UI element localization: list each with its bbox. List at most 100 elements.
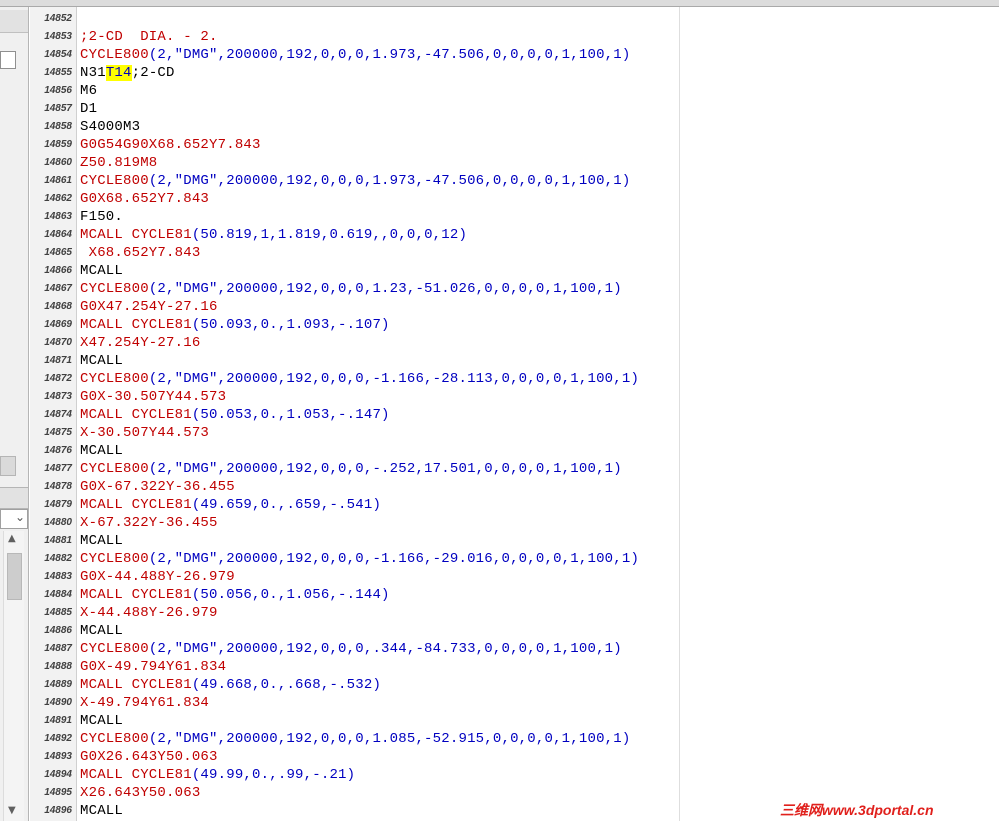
- code-line[interactable]: 14869 MCALL CYCLE81(50.093,0.,1.093,-.107…: [30, 316, 999, 334]
- code-line[interactable]: 14877 CYCLE800(2,"DMG",200000,192,0,0,0,-…: [30, 460, 999, 478]
- code-line[interactable]: 14867 CYCLE800(2,"DMG",200000,192,0,0,0,1…: [30, 280, 999, 298]
- line-number: 14895: [44, 787, 72, 798]
- code-line[interactable]: 14874 MCALL CYCLE81(50.053,0.,1.053,-.147…: [30, 406, 999, 424]
- code-line[interactable]: 14875 X-30.507Y44.573: [30, 424, 999, 442]
- code-line[interactable]: 14872 CYCLE800(2,"DMG",200000,192,0,0,0,-…: [30, 370, 999, 388]
- code-token: N31: [80, 65, 106, 81]
- code-line[interactable]: 14892 CYCLE800(2,"DMG",200000,192,0,0,0,1…: [30, 730, 999, 748]
- left-panel-input[interactable]: [0, 51, 16, 69]
- code-line[interactable]: 14890 X-49.794Y61.834: [30, 694, 999, 712]
- line-number: 14858: [44, 121, 72, 132]
- code-line[interactable]: 14879 MCALL CYCLE81(49.659,0.,.659,-.541): [30, 496, 999, 514]
- code-token: G0X68.652Y7.843: [80, 191, 210, 207]
- code-token: CYCLE800: [80, 47, 149, 63]
- code-line[interactable]: 14860 Z50.819M8: [30, 154, 999, 172]
- line-number: 14867: [44, 283, 72, 294]
- code-line[interactable]: 14894 MCALL CYCLE81(49.99,0.,.99,-.21): [30, 766, 999, 784]
- line-number: 14852: [44, 13, 72, 24]
- code-line[interactable]: 14852: [30, 10, 999, 28]
- code-line[interactable]: 14868 G0X47.254Y-27.16: [30, 298, 999, 316]
- code-line[interactable]: 14881 MCALL: [30, 532, 999, 550]
- code-line[interactable]: 14891 MCALL: [30, 712, 999, 730]
- code-line[interactable]: 14885 X-44.488Y-26.979: [30, 604, 999, 622]
- line-number: 14889: [44, 679, 72, 690]
- code-token: MCALL: [80, 533, 124, 549]
- code-token: MCALL: [80, 263, 124, 279]
- chevron-down-icon[interactable]: ⌄: [15, 510, 25, 524]
- code-line[interactable]: 14865 X68.652Y7.843: [30, 244, 999, 262]
- code-line[interactable]: 14882 CYCLE800(2,"DMG",200000,192,0,0,0,-…: [30, 550, 999, 568]
- code-text: CYCLE800(2,"DMG",200000,192,0,0,0,-.252,…: [80, 460, 622, 478]
- left-panel-dropdown[interactable]: ⌄: [0, 509, 28, 529]
- line-number: 14891: [44, 715, 72, 726]
- scrollbar-thumb[interactable]: [7, 553, 22, 600]
- code-text: X68.652Y7.843: [80, 244, 201, 262]
- code-line[interactable]: 14864 MCALL CYCLE81(50.819,1,1.819,0.619,…: [30, 226, 999, 244]
- line-number: 14873: [44, 391, 72, 402]
- code-token: (2,"DMG",200000,192,0,0,0,-1.166,-28.113…: [148, 371, 640, 387]
- code-editor[interactable]: 14852 14853 ;2-CD DIA. - 2. 14854 CYCLE800(2…: [30, 10, 999, 820]
- code-line[interactable]: 14886 MCALL: [30, 622, 999, 640]
- code-token: MCALL: [80, 713, 124, 729]
- code-token: MCALL: [80, 623, 124, 639]
- code-token: MCALL CYCLE81: [80, 497, 192, 513]
- code-line[interactable]: 14863 F150.: [30, 208, 999, 226]
- code-line[interactable]: 14887 CYCLE800(2,"DMG",200000,192,0,0,0,.…: [30, 640, 999, 658]
- code-line[interactable]: 14866 MCALL: [30, 262, 999, 280]
- code-line[interactable]: 14873 G0X-30.507Y44.573: [30, 388, 999, 406]
- line-number: 14890: [44, 697, 72, 708]
- code-text: N31T14;2-CD: [80, 64, 175, 82]
- code-line[interactable]: 14884 MCALL CYCLE81(50.056,0.,1.056,-.144…: [30, 586, 999, 604]
- scroll-down-arrow-icon[interactable]: ▼: [8, 805, 16, 816]
- code-line[interactable]: 14862 G0X68.652Y7.843: [30, 190, 999, 208]
- code-line[interactable]: 14876 MCALL: [30, 442, 999, 460]
- code-line[interactable]: 14856 M6: [30, 82, 999, 100]
- code-text: MCALL: [80, 532, 123, 550]
- line-number: 14888: [44, 661, 72, 672]
- code-line[interactable]: 14855 N31T14;2-CD: [30, 64, 999, 82]
- code-line[interactable]: 14878 G0X-67.322Y-36.455: [30, 478, 999, 496]
- line-number: 14881: [44, 535, 72, 546]
- code-line[interactable]: 14861 CYCLE800(2,"DMG",200000,192,0,0,0,1…: [30, 172, 999, 190]
- code-token: (49.99,0.,.99,-.21): [191, 767, 356, 783]
- code-line[interactable]: 14880 X-67.322Y-36.455: [30, 514, 999, 532]
- code-token: Z50.819M8: [80, 155, 158, 171]
- code-line[interactable]: 14889 MCALL CYCLE81(49.668,0.,.668,-.532): [30, 676, 999, 694]
- code-line[interactable]: 14893 G0X26.643Y50.063: [30, 748, 999, 766]
- code-token: D1: [80, 101, 98, 117]
- code-line[interactable]: 14857 D1: [30, 100, 999, 118]
- line-number: 14854: [44, 49, 72, 60]
- scroll-up-arrow-icon[interactable]: ▲: [8, 533, 16, 544]
- code-text: X-44.488Y-26.979: [80, 604, 218, 622]
- line-number: 14894: [44, 769, 72, 780]
- left-panel-button[interactable]: [0, 456, 16, 476]
- line-number: 14877: [44, 463, 72, 474]
- left-panel-scrollbar[interactable]: ▲ ▼: [3, 531, 24, 821]
- code-token: MCALL CYCLE81: [80, 227, 192, 243]
- code-line[interactable]: 14883 G0X-44.488Y-26.979: [30, 568, 999, 586]
- line-number: 14880: [44, 517, 72, 528]
- code-line[interactable]: 14870 X47.254Y-27.16: [30, 334, 999, 352]
- line-number: 14871: [44, 355, 72, 366]
- code-text: X-30.507Y44.573: [80, 424, 209, 442]
- code-line[interactable]: 14888 G0X-49.794Y61.834: [30, 658, 999, 676]
- code-token: (2,"DMG",200000,192,0,0,0,1.23,-51.026,0…: [148, 281, 622, 297]
- code-token: CYCLE800: [80, 731, 149, 747]
- code-text: G0X-49.794Y61.834: [80, 658, 226, 676]
- code-line[interactable]: 14858 S4000M3: [30, 118, 999, 136]
- code-line[interactable]: 14853 ;2-CD DIA. - 2.: [30, 28, 999, 46]
- code-line[interactable]: 14859 G0G54G90X68.652Y7.843: [30, 136, 999, 154]
- code-line[interactable]: 14871 MCALL: [30, 352, 999, 370]
- code-token: X47.254Y-27.16: [80, 335, 201, 351]
- code-line[interactable]: 14854 CYCLE800(2,"DMG",200000,192,0,0,0,1…: [30, 46, 999, 64]
- line-number: 14866: [44, 265, 72, 276]
- code-text: G0X-30.507Y44.573: [80, 388, 226, 406]
- code-token: MCALL CYCLE81: [80, 767, 192, 783]
- line-number: 14868: [44, 301, 72, 312]
- code-token: X-67.322Y-36.455: [80, 515, 218, 531]
- code-text: MCALL CYCLE81(49.668,0.,.668,-.532): [80, 676, 381, 694]
- code-token: (2,"DMG",200000,192,0,0,0,-1.166,-29.016…: [148, 551, 640, 567]
- line-number: 14857: [44, 103, 72, 114]
- code-token: G0X-67.322Y-36.455: [80, 479, 235, 495]
- code-text: X-49.794Y61.834: [80, 694, 209, 712]
